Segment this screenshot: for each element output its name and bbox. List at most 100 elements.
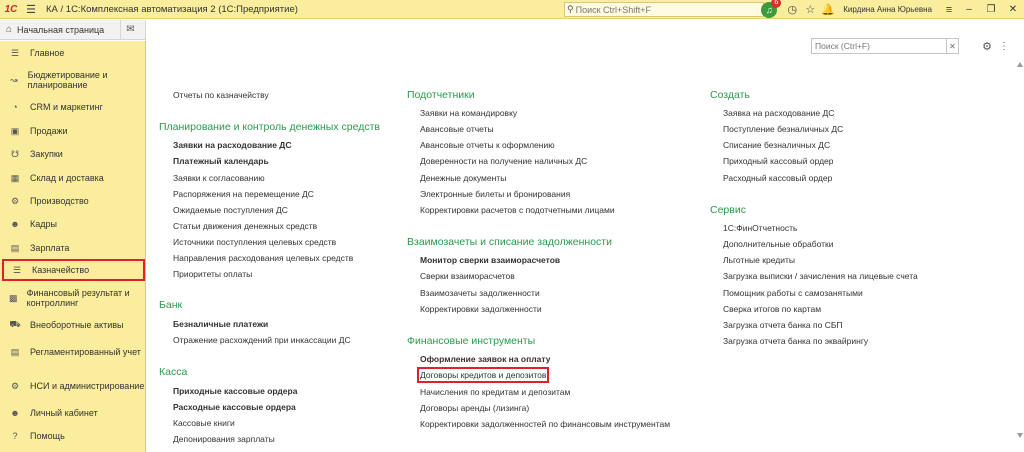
section-title-service: Сервис (710, 204, 746, 216)
section-title-bank: Банк (159, 299, 183, 311)
link[interactable]: Направления расходования целевых средств (173, 253, 353, 263)
search-icon: ⚲ (567, 4, 574, 14)
global-search[interactable]: ⚲ (564, 2, 764, 17)
home-tab[interactable]: ⌂ Начальная страница (0, 20, 120, 40)
link[interactable]: Льготные кредиты (723, 255, 795, 265)
sidebar-item-purchases[interactable]: ☋ Закупки (0, 146, 146, 162)
menu-icon[interactable]: ☰ (22, 0, 40, 19)
sidebar-item-treasury[interactable]: ☰ Казначейство (2, 259, 145, 281)
link[interactable]: Расходные кассовые ордера (173, 402, 296, 412)
link[interactable]: Доверенности на получение наличных ДС (420, 156, 587, 166)
link[interactable]: Заявки на командировку (420, 108, 517, 118)
link[interactable]: Денежные документы (420, 173, 506, 183)
link-credit-deposit-contracts[interactable]: Договоры кредитов и депозитов (416, 367, 550, 383)
minimize-button[interactable]: – (958, 0, 980, 19)
chat-icon[interactable]: ✉ (120, 19, 140, 40)
sidebar-item-salary[interactable]: ▤ Зарплата (0, 240, 146, 256)
sidebar-item-label: Казначейство (32, 265, 90, 275)
link[interactable]: Загрузка выписки / зачисления на лицевые… (723, 271, 918, 281)
link[interactable]: Депонирования зарплаты (173, 434, 275, 444)
vertical-scrollbar[interactable] (1016, 60, 1024, 440)
link[interactable]: Приходные кассовые ордера (173, 386, 297, 396)
bell-icon[interactable]: 🔔 (819, 0, 837, 19)
current-user[interactable]: Кирдина Анна Юрьевна (843, 5, 932, 14)
app-logo: 1С (4, 3, 18, 15)
sidebar-item-label: Внеоборотные активы (30, 320, 124, 330)
link[interactable]: Сверки взаиморасчетов (420, 271, 515, 281)
link[interactable]: Корректировки задолженности (420, 304, 542, 314)
link[interactable]: Статьи движения денежных средств (173, 221, 317, 231)
link[interactable]: Авансовые отчеты к оформлению (420, 140, 555, 150)
section-search[interactable]: ✕ (811, 38, 959, 54)
link[interactable]: Источники поступления целевых средств (173, 237, 336, 247)
link[interactable]: Монитор сверки взаиморасчетов (420, 255, 560, 265)
link[interactable]: Загрузка отчета банка по эквайрингу (723, 336, 868, 346)
link[interactable]: Авансовые отчеты (420, 124, 494, 134)
notifications-icon[interactable]: ♫ 6 (761, 0, 782, 18)
link[interactable]: Сверка итогов по картам (723, 304, 821, 314)
sidebar-item-label: Зарплата (30, 243, 70, 253)
sidebar-item-hr[interactable]: ☻ Кадры (0, 216, 146, 232)
settings-menu-icon[interactable]: ≡ (940, 0, 958, 19)
link[interactable]: Корректировки задолженностей по финансов… (420, 419, 670, 429)
sidebar-item-budgeting[interactable]: ↝ Бюджетирование и планирование (0, 68, 146, 92)
link[interactable]: Начисления по кредитам и депозитам (420, 387, 570, 397)
finance-icon: ▩ (9, 292, 18, 303)
link[interactable]: Корректировки расчетов с подотчетными ли… (420, 205, 615, 215)
link[interactable]: Расходный кассовый ордер (723, 173, 832, 183)
sidebar-item-financial-result[interactable]: ▩ Финансовый результат и контроллинг (0, 286, 146, 310)
link[interactable]: Приходный кассовый ордер (723, 156, 834, 166)
sidebar-item-admin[interactable]: ⚙ НСИ и администрирование (0, 374, 146, 398)
sidebar-item-fixed-assets[interactable]: ⛟ Внеоборотные активы (0, 317, 146, 333)
link[interactable]: Оформление заявок на оплату (420, 354, 550, 364)
sidebar-item-account[interactable]: ☻ Личный кабинет (0, 405, 146, 421)
section-title-offsets: Взаимозачеты и списание задолженности (407, 236, 612, 248)
favorites-icon[interactable]: ☆ (801, 0, 819, 19)
sidebar-item-production[interactable]: ⚙ Производство (0, 193, 146, 209)
help-icon: ? (12, 431, 18, 441)
sidebar-item-label: НСИ и администрирование (30, 381, 145, 391)
link[interactable]: Поступление безналичных ДС (723, 124, 843, 134)
link[interactable]: Электронные билеты и бронирования (420, 189, 570, 199)
clear-icon[interactable]: ✕ (946, 39, 958, 53)
sidebar-item-warehouse[interactable]: ▦ Склад и доставка (0, 170, 146, 186)
link[interactable]: Отражение расхождений при инкассации ДС (173, 335, 351, 345)
link-treasury-reports[interactable]: Отчеты по казначейству (173, 90, 269, 100)
more-icon[interactable]: ⋮ (999, 38, 1009, 54)
close-button[interactable]: ✕ (1002, 0, 1024, 19)
section-search-input[interactable] (812, 41, 946, 51)
sidebar-item-label: Склад и доставка (30, 173, 104, 183)
link[interactable]: Заявки к согласованию (173, 173, 265, 183)
section-title-cash: Касса (159, 366, 188, 378)
link[interactable]: Договоры аренды (лизинга) (420, 403, 529, 413)
bag-icon: ▣ (10, 125, 20, 136)
link[interactable]: Дополнительные обработки (723, 239, 833, 249)
sidebar-item-crm[interactable]: ◔ CRM и маркетинг (0, 99, 146, 115)
history-icon[interactable]: ◷ (783, 0, 801, 19)
link[interactable]: Платежный календарь (173, 156, 269, 166)
link[interactable]: Безналичные платежи (173, 319, 268, 329)
sidebar-item-regulated[interactable]: ▤ Регламентированный учет (0, 340, 146, 364)
link[interactable]: Приоритеты оплаты (173, 269, 252, 279)
settings-gear-icon[interactable]: ⚙ (979, 38, 995, 54)
link[interactable]: Списание безналичных ДС (723, 140, 830, 150)
sidebar-item-sales[interactable]: ▣ Продажи (0, 123, 146, 139)
link[interactable]: Кассовые книги (173, 418, 235, 428)
gear-icon: ⚙ (10, 380, 20, 391)
report-icon: ▤ (10, 346, 20, 357)
link[interactable]: Помощник работы с самозанятыми (723, 288, 863, 298)
restore-button[interactable]: ❐ (980, 0, 1002, 19)
sidebar-item-main[interactable]: ☰ Главное (0, 45, 146, 61)
link[interactable]: Распоряжения на перемещение ДС (173, 189, 314, 199)
link[interactable]: Загрузка отчета банка по СБП (723, 320, 843, 330)
link[interactable]: Взаимозачеты задолженности (420, 288, 540, 298)
link[interactable]: Заявка на расходование ДС (723, 108, 834, 118)
link[interactable]: Ожидаемые поступления ДС (173, 205, 288, 215)
window-title: КА / 1С:Комплексная автоматизация 2 (1С:… (46, 3, 298, 15)
section-title-create: Создать (710, 89, 750, 101)
home-bar: ⌂ Начальная страница ✉ (0, 19, 146, 40)
link[interactable]: Заявки на расходование ДС (173, 140, 292, 150)
link[interactable]: 1С:ФинОтчетность (723, 223, 797, 233)
global-search-input[interactable] (575, 4, 756, 15)
sidebar-item-help[interactable]: ? Помощь (0, 428, 146, 444)
